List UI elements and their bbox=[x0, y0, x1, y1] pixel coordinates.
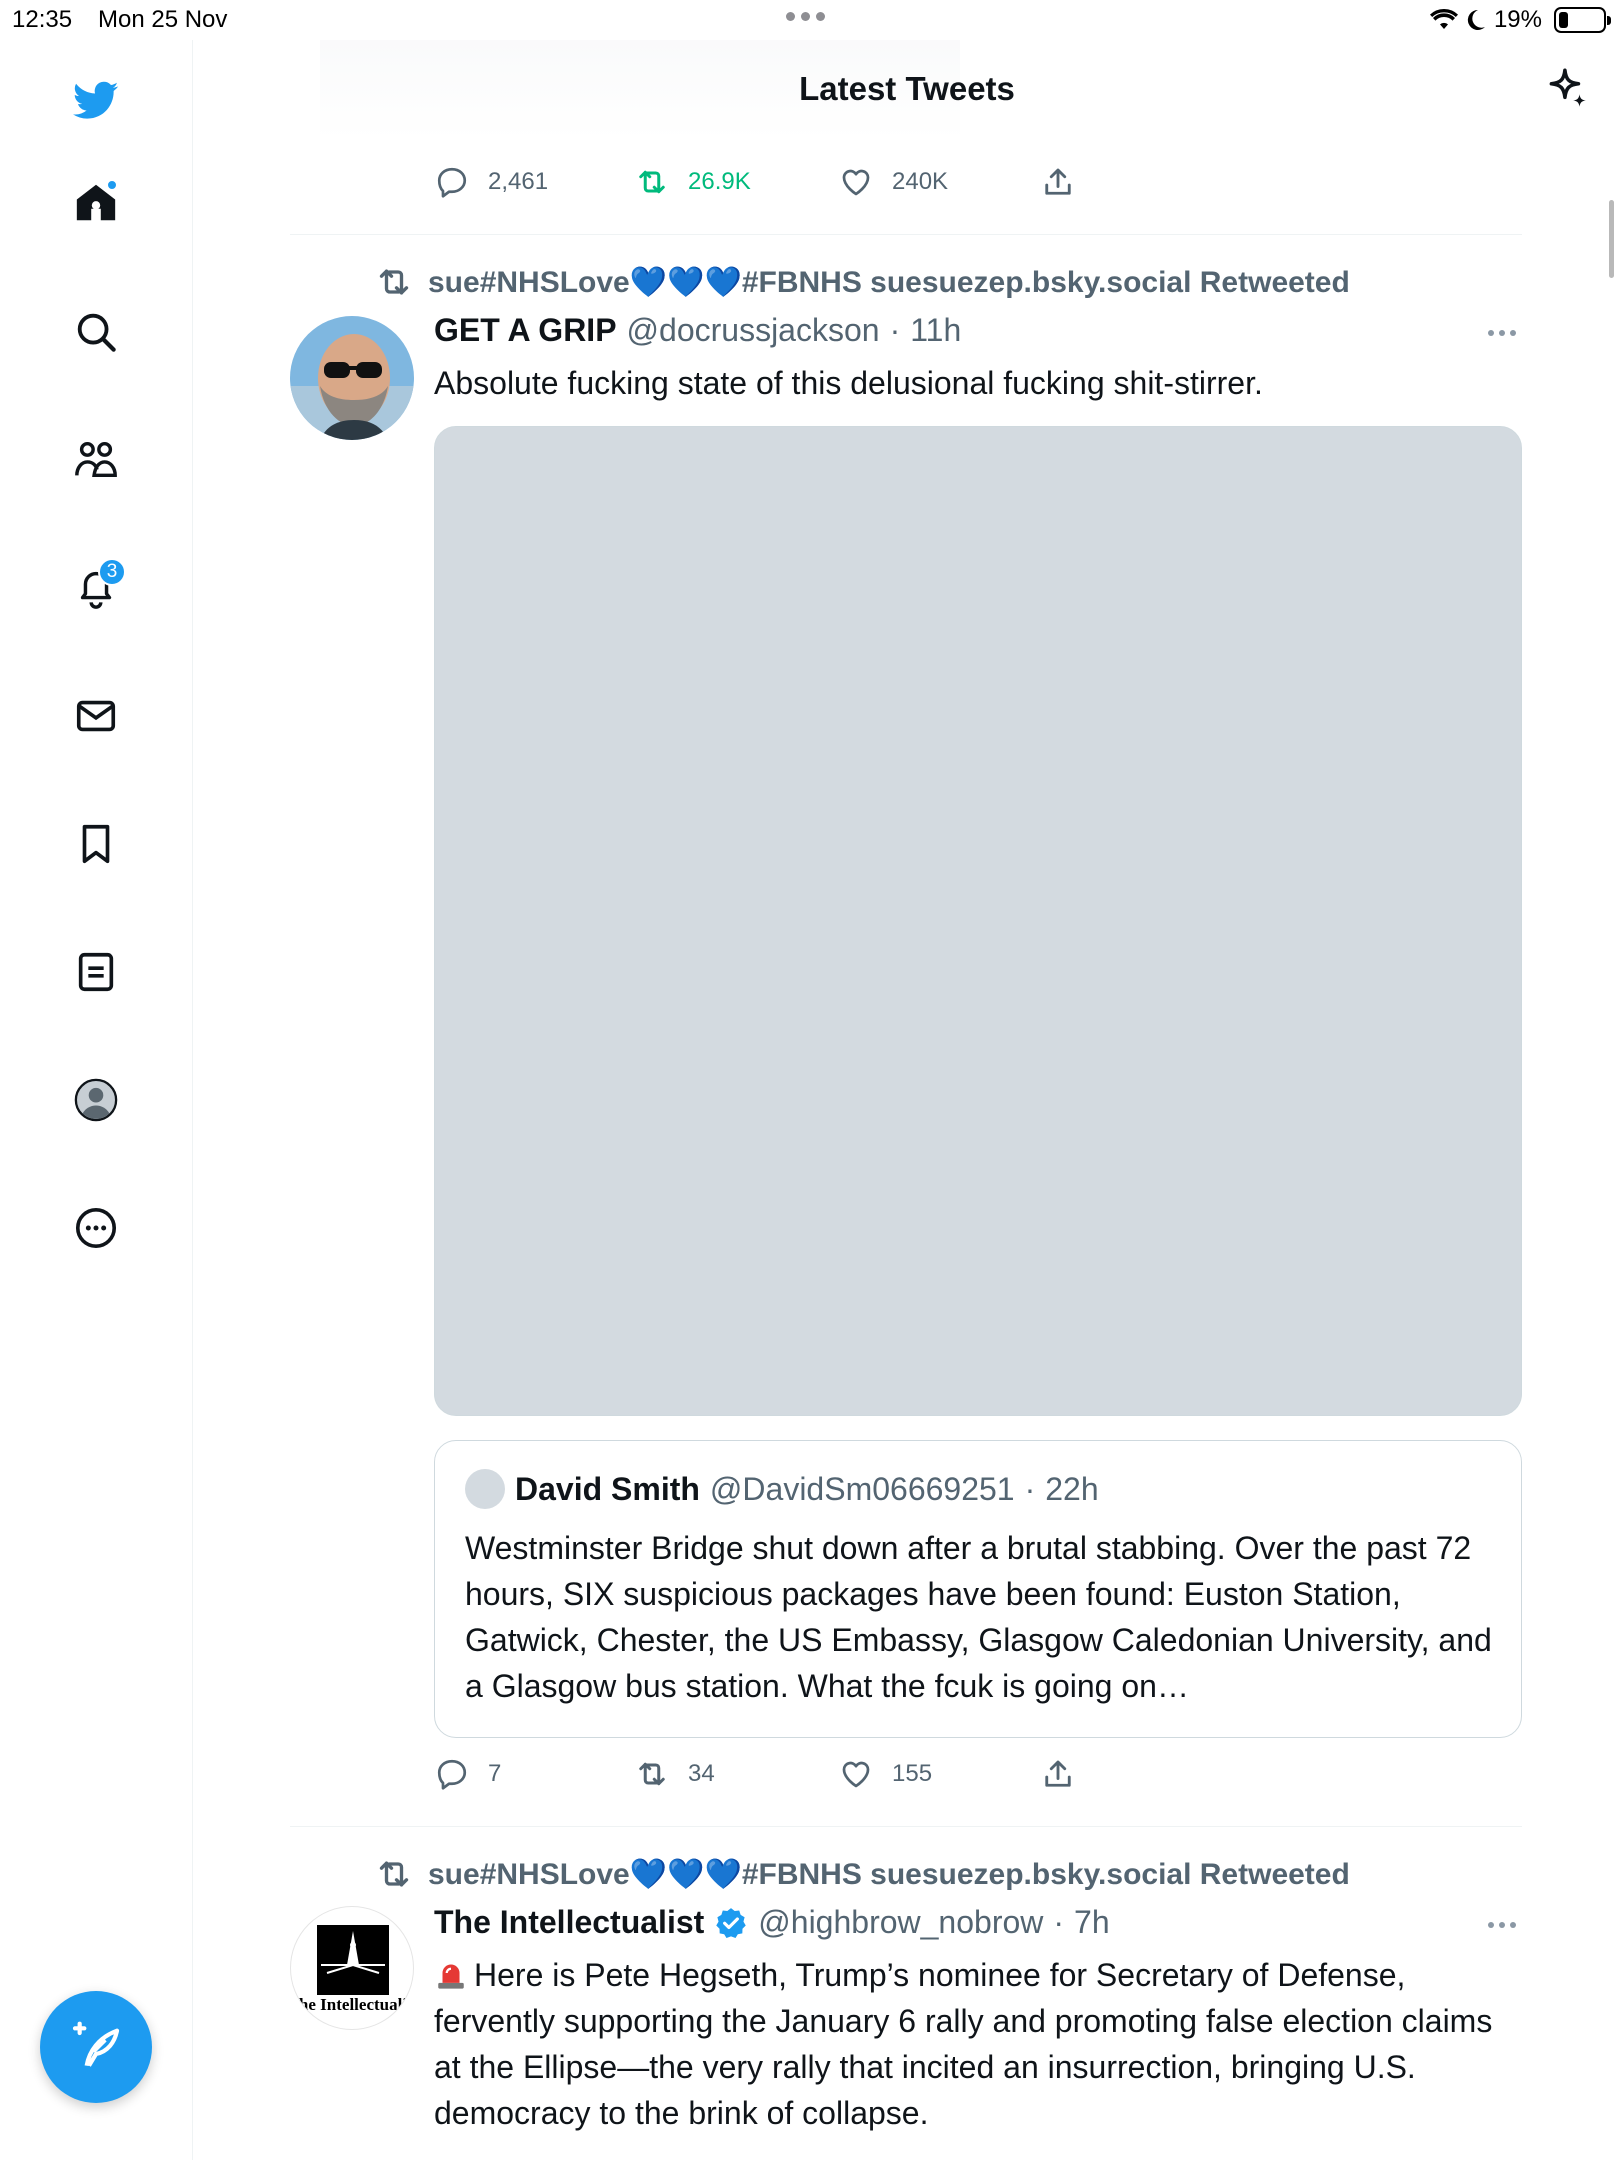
like-button[interactable]: 240K bbox=[838, 164, 948, 200]
tweet-media-placeholder[interactable] bbox=[434, 426, 1522, 1416]
retweet-count: 34 bbox=[688, 1760, 715, 1787]
messages-icon bbox=[76, 700, 116, 732]
tweet-divider bbox=[290, 1826, 1522, 1827]
quoted-author-line: David Smith @DavidSm06669251 · 22h bbox=[465, 1469, 1099, 1509]
retweeter-suffix: #FBNHS suesuezep.bsky.social Retweeted bbox=[741, 265, 1350, 299]
sidebar-item-lists[interactable] bbox=[66, 942, 126, 1002]
retweet-icon bbox=[379, 1861, 409, 1887]
tweet-more-icon[interactable] bbox=[1488, 1922, 1518, 1928]
retweet-icon bbox=[379, 269, 409, 295]
retweeter-name[interactable]: sue#NHSLove bbox=[428, 266, 630, 299]
avatar-logo-text: he Intellectuali bbox=[298, 1995, 408, 2014]
more-icon bbox=[75, 1207, 117, 1249]
lists-icon bbox=[78, 952, 114, 992]
like-count: 155 bbox=[892, 1760, 933, 1787]
reply-button[interactable]: 7 bbox=[434, 1756, 501, 1792]
profile-icon bbox=[74, 1078, 118, 1122]
author-name[interactable]: GET A GRIP bbox=[434, 312, 617, 349]
tweet-divider bbox=[290, 234, 1522, 235]
tweet-author-line: The Intellectualist @highbrow_nobrow · 7… bbox=[434, 1904, 1110, 1941]
avatar[interactable] bbox=[290, 316, 414, 440]
sidebar-item-profile[interactable] bbox=[66, 1070, 126, 1130]
quoted-tweet-text: Westminster Bridge shut down after a bru… bbox=[465, 1530, 1492, 1704]
page-title: Latest Tweets bbox=[799, 70, 1015, 107]
wifi-icon bbox=[1429, 9, 1458, 29]
tweet-text: Absolute fucking state of this delusiona… bbox=[434, 365, 1263, 401]
reply-icon bbox=[437, 167, 467, 198]
share-button[interactable] bbox=[1040, 164, 1076, 200]
share-icon bbox=[1045, 1760, 1071, 1787]
reply-button[interactable]: 2,461 bbox=[434, 164, 548, 200]
moon-icon bbox=[1467, 9, 1485, 30]
communities-icon bbox=[75, 441, 117, 478]
quoted-author-handle: @DavidSm06669251 bbox=[709, 1470, 1015, 1507]
sidebar-item-messages[interactable] bbox=[66, 686, 126, 746]
battery-icon bbox=[1554, 7, 1611, 33]
blue-heart-icon: 💙💙💙 bbox=[629, 265, 742, 299]
status-date: Mon 25 Nov bbox=[98, 6, 228, 33]
tweet-time[interactable]: 7h bbox=[1074, 1904, 1110, 1941]
tweet-time[interactable]: 11h bbox=[910, 312, 961, 349]
retweeted-by-line: sue#NHSLove💙💙💙#FBNHS suesuezep.bsky.soci… bbox=[374, 262, 1350, 302]
compose-icon bbox=[72, 2021, 120, 2067]
retweet-count: 26.9K bbox=[688, 168, 751, 195]
separator-dot: · bbox=[889, 312, 901, 348]
sidebar-item-search[interactable] bbox=[66, 302, 126, 362]
compose-tweet-button[interactable] bbox=[40, 1991, 152, 2103]
retweet-button[interactable]: 26.9K bbox=[634, 164, 751, 200]
reply-icon bbox=[437, 1759, 467, 1790]
retweeted-by-line: sue#NHSLove💙💙💙#FBNHS suesuezep.bsky.soci… bbox=[374, 1854, 1350, 1894]
like-count: 240K bbox=[892, 168, 949, 195]
retweeter-suffix: #FBNHS suesuezep.bsky.social Retweeted bbox=[741, 1857, 1350, 1891]
home-new-dot bbox=[106, 179, 118, 191]
share-button[interactable] bbox=[1040, 1756, 1076, 1792]
blue-heart-icon: 💙💙💙 bbox=[629, 1857, 742, 1891]
quoted-avatar bbox=[465, 1469, 505, 1509]
search-icon bbox=[77, 313, 116, 352]
retweet-button[interactable]: 34 bbox=[634, 1756, 715, 1792]
status-time: 12:35 bbox=[12, 6, 73, 33]
sidebar-item-notifications[interactable]: 3 bbox=[66, 558, 126, 618]
sidebar: 3 bbox=[0, 40, 193, 2160]
intellectualist-logo bbox=[317, 1925, 389, 1995]
sidebar-item-communities[interactable] bbox=[66, 430, 126, 490]
police-light-icon bbox=[438, 1964, 464, 1989]
reply-count: 2,461 bbox=[488, 168, 549, 195]
share-icon bbox=[1045, 168, 1071, 195]
author-handle[interactable]: @highbrow_nobrow bbox=[758, 1904, 1043, 1941]
status-bar: 12:35 Mon 25 Nov 19% bbox=[0, 0, 1620, 40]
like-icon bbox=[842, 1761, 870, 1788]
quoted-author-name: David Smith bbox=[515, 1470, 700, 1507]
tweet-text: Here is Pete Hegseth, Trump’s nominee fo… bbox=[434, 1957, 1493, 2131]
sidebar-item-more[interactable] bbox=[66, 1198, 126, 1258]
retweeter-name[interactable]: sue#NHSLove bbox=[428, 1858, 630, 1891]
author-name[interactable]: The Intellectualist bbox=[434, 1904, 704, 1941]
notifications-badge: 3 bbox=[98, 558, 126, 586]
reply-count: 7 bbox=[488, 1760, 502, 1787]
author-handle[interactable]: @docrussjackson bbox=[627, 312, 880, 349]
battery-percent: 19% bbox=[1493, 6, 1542, 33]
separator-dot: · bbox=[1053, 1904, 1065, 1940]
separator-dot: · bbox=[1024, 1470, 1036, 1507]
like-icon bbox=[842, 169, 870, 196]
bookmarks-icon bbox=[82, 824, 110, 864]
sidebar-item-bookmarks[interactable] bbox=[66, 814, 126, 874]
retweet-icon bbox=[639, 1762, 665, 1786]
tweet-author-line: GET A GRIP @docrussjackson · 11h bbox=[434, 312, 961, 349]
multitasking-dots-icon[interactable] bbox=[786, 12, 825, 21]
verified-badge-icon bbox=[716, 1907, 747, 1938]
quoted-tweet[interactable]: David Smith @DavidSm06669251 · 22h Westm… bbox=[434, 1440, 1522, 1738]
sparkle-icon[interactable] bbox=[1542, 64, 1592, 114]
like-button[interactable]: 155 bbox=[838, 1756, 932, 1792]
tweet-more-icon[interactable] bbox=[1488, 330, 1518, 336]
scroll-indicator[interactable] bbox=[1609, 200, 1614, 278]
sidebar-item-home[interactable] bbox=[66, 173, 126, 233]
tweet-text-block: Here is Pete Hegseth, Trump’s nominee fo… bbox=[434, 1952, 1524, 2136]
quoted-tweet-time: 22h bbox=[1045, 1470, 1099, 1507]
twitter-logo-icon[interactable] bbox=[66, 70, 126, 130]
avatar[interactable]: he Intellectuali bbox=[290, 1906, 414, 2030]
retweet-icon bbox=[639, 170, 665, 194]
